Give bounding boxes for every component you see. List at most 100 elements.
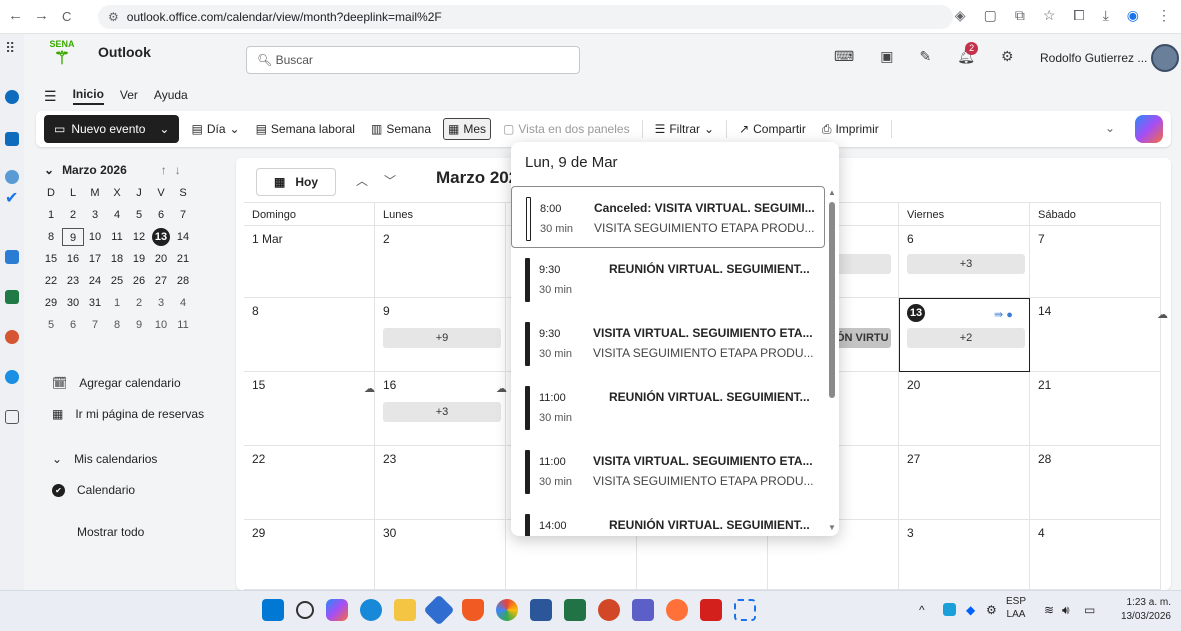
cast-icon[interactable]: ⧉ bbox=[1015, 7, 1025, 24]
tray-app-icon[interactable] bbox=[943, 603, 956, 616]
extension-icon[interactable]: ◈ bbox=[955, 7, 966, 24]
clock[interactable]: 1:23 a. m. 13/03/2026 bbox=[1121, 596, 1171, 624]
profile-icon[interactable]: ◉ bbox=[1127, 7, 1139, 24]
day-cell[interactable]: 21 bbox=[1030, 372, 1161, 446]
calendar-checkbox-item[interactable]: ✔ Calendario bbox=[52, 483, 135, 497]
day-cell[interactable]: 4 bbox=[1030, 520, 1161, 590]
mini-calendar-day[interactable]: 2 bbox=[62, 206, 84, 224]
excel-taskbar-icon[interactable] bbox=[564, 599, 586, 621]
mini-calendar-day[interactable]: 24 bbox=[84, 272, 106, 290]
tab-ayuda[interactable]: Ayuda bbox=[154, 88, 188, 104]
mini-calendar-day[interactable]: 27 bbox=[150, 272, 172, 290]
mini-calendar-day[interactable]: 5 bbox=[40, 316, 62, 334]
mini-calendar-day[interactable]: 17 bbox=[84, 250, 106, 268]
mini-calendar-day[interactable]: 3 bbox=[84, 206, 106, 224]
onedrive-icon[interactable] bbox=[5, 370, 19, 384]
copilot-icon[interactable] bbox=[1135, 115, 1163, 143]
chrome-icon[interactable] bbox=[496, 599, 518, 621]
address-bar[interactable]: ⚙ outlook.office.com/calendar/view/month… bbox=[98, 5, 953, 29]
store-icon[interactable] bbox=[423, 594, 455, 626]
day-cell[interactable]: 22 bbox=[244, 446, 375, 520]
language-indicator[interactable]: ESP LAA bbox=[1006, 595, 1026, 621]
mini-calendar-day[interactable]: 10 bbox=[84, 228, 106, 246]
day-cell[interactable]: 20 bbox=[899, 372, 1030, 446]
tray-chevron-icon[interactable]: ^ bbox=[919, 603, 925, 617]
reload-button[interactable]: C bbox=[62, 9, 71, 24]
mini-calendar-day[interactable]: 1 bbox=[40, 206, 62, 224]
previous-month-chevron-icon[interactable]: ︿ bbox=[356, 172, 368, 189]
next-month-chevron-icon[interactable]: ﹀ bbox=[384, 172, 396, 189]
mini-calendar-day[interactable]: 6 bbox=[150, 206, 172, 224]
powerpoint-taskbar-icon[interactable] bbox=[598, 599, 620, 621]
download-icon[interactable]: ⤓ bbox=[1103, 7, 1109, 24]
windows-start-icon[interactable] bbox=[262, 599, 284, 621]
mini-calendar-day[interactable]: 29 bbox=[40, 294, 62, 312]
day-cell[interactable]: 8 bbox=[244, 298, 375, 372]
calendar-icon[interactable] bbox=[5, 132, 19, 146]
forward-button[interactable]: → bbox=[34, 7, 49, 24]
next-month-arrow-icon[interactable]: ↓ bbox=[175, 163, 181, 177]
user-name[interactable]: Rodolfo Gutierrez ... bbox=[1040, 51, 1147, 65]
more-events-button[interactable]: +9 bbox=[383, 328, 501, 348]
month-title[interactable]: Marzo 202 bbox=[436, 168, 518, 188]
booking-page-link[interactable]: ▦ Ir mi página de reservas bbox=[52, 407, 204, 421]
mini-calendar-day[interactable]: 28 bbox=[172, 272, 194, 290]
app-icon[interactable] bbox=[734, 599, 756, 621]
popup-event-item[interactable]: 11:00 30 min REUNIÓN VIRTUAL. SEGUIMIENT..… bbox=[511, 376, 829, 438]
bell-icon[interactable]: 🔔︎ 2 bbox=[957, 42, 979, 65]
day-cell[interactable]: 14 bbox=[1030, 298, 1161, 372]
app-launcher-icon[interactable]: ⠿ bbox=[5, 40, 19, 56]
brave-icon[interactable] bbox=[462, 599, 484, 621]
settings-icon[interactable]: ⚙ bbox=[1001, 48, 1014, 65]
week-button[interactable]: ▥ Semana bbox=[367, 119, 435, 139]
filter-button[interactable]: ☰ Filtrar ⌄ bbox=[651, 119, 719, 139]
tray-settings-icon[interactable]: ⚙ bbox=[986, 603, 997, 617]
add-calendar-link[interactable]: 🗓︎ Agregar calendario bbox=[52, 376, 181, 390]
mini-calendar-day[interactable]: 22 bbox=[40, 272, 62, 290]
ribbon-expand-chevron-icon[interactable]: ⌄ bbox=[1105, 121, 1115, 135]
popup-scrollbar[interactable]: ▲ ▼ bbox=[828, 188, 837, 532]
mini-calendar-day[interactable]: 3 bbox=[150, 294, 172, 312]
mini-calendar-day[interactable]: 16 bbox=[62, 250, 84, 268]
mini-calendar-day[interactable]: 4 bbox=[106, 206, 128, 224]
file-explorer-icon[interactable] bbox=[394, 599, 416, 621]
popup-event-item[interactable]: 8:00 30 min Canceled: VISITA VIRTUAL. SEGU… bbox=[511, 186, 825, 248]
mini-calendar-day[interactable]: 21 bbox=[172, 250, 194, 268]
mini-calendar-day[interactable]: 8 bbox=[40, 228, 62, 246]
mini-calendar-day[interactable]: 2 bbox=[128, 294, 150, 312]
avatar[interactable] bbox=[1151, 44, 1179, 72]
copilot-taskbar-icon[interactable] bbox=[326, 599, 348, 621]
browser-menu-icon[interactable]: ⋮ bbox=[1157, 7, 1171, 24]
note-icon[interactable]: ✎ bbox=[919, 48, 931, 65]
mini-calendar-title[interactable]: Marzo 2026 bbox=[62, 163, 127, 177]
day-cell[interactable]: 2 bbox=[375, 226, 506, 298]
more-events-button[interactable]: +2 bbox=[907, 328, 1025, 348]
day-cell[interactable]: 27 bbox=[899, 446, 1030, 520]
more-events-button[interactable]: +3 bbox=[383, 402, 501, 422]
people-icon[interactable] bbox=[5, 170, 19, 184]
hamburger-icon[interactable]: ☰ bbox=[44, 88, 57, 105]
mini-calendar-day[interactable]: 31 bbox=[84, 294, 106, 312]
scrollbar-thumb[interactable] bbox=[829, 202, 835, 398]
previous-month-arrow-icon[interactable]: ↑ bbox=[161, 163, 167, 177]
wifi-icon[interactable]: ≋ bbox=[1044, 603, 1054, 617]
mini-calendar-day[interactable]: 4 bbox=[172, 294, 194, 312]
day-cell[interactable]: 30 bbox=[375, 520, 506, 590]
mini-calendar-day[interactable]: 11 bbox=[172, 316, 194, 334]
mini-calendar-day[interactable]: 20 bbox=[150, 250, 172, 268]
bookmark-star-icon[interactable]: ☆ bbox=[1043, 7, 1056, 24]
day-cell[interactable]: 29 bbox=[244, 520, 375, 590]
firefox-icon[interactable] bbox=[666, 599, 688, 621]
day-cell[interactable]: 1 Mar bbox=[244, 226, 375, 298]
mini-calendar-day[interactable]: 13 bbox=[152, 228, 170, 246]
my-calendars-toggle[interactable]: ⌄ Mis calendarios bbox=[52, 452, 157, 466]
teams-taskbar-icon[interactable] bbox=[632, 599, 654, 621]
popup-event-item[interactable]: 14:00 REUNIÓN VIRTUAL. SEGUIMIENT... bbox=[511, 504, 829, 536]
mini-calendar-day[interactable]: 8 bbox=[106, 316, 128, 334]
day-cell[interactable]: 28 bbox=[1030, 446, 1161, 520]
popup-event-item[interactable]: 9:30 30 min REUNIÓN VIRTUAL. SEGUIMIENT... bbox=[511, 248, 829, 310]
edge-icon[interactable] bbox=[360, 599, 382, 621]
mini-calendar-day[interactable]: 7 bbox=[84, 316, 106, 334]
scroll-down-icon[interactable]: ▼ bbox=[828, 523, 836, 532]
today-button[interactable]: ▦ Hoy bbox=[256, 168, 336, 196]
